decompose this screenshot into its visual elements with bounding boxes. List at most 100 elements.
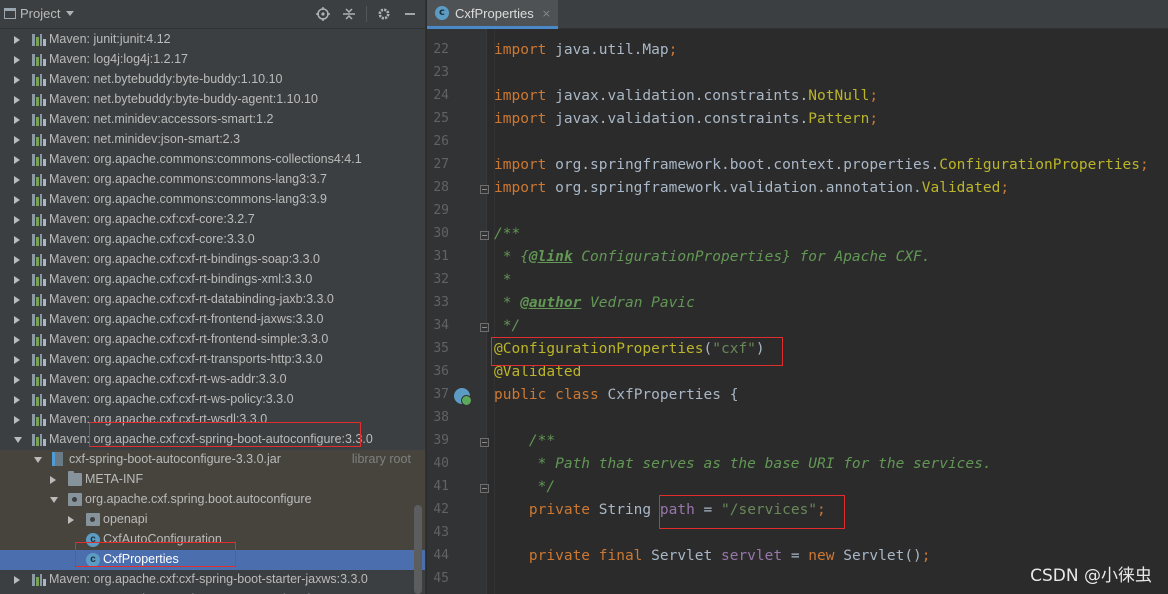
- tree-item[interactable]: Maven: org.apache.commons:commons-lang3:…: [0, 190, 425, 210]
- tree-item[interactable]: Maven: org.apache.commons:commons-lang3:…: [0, 170, 425, 190]
- chevron-right-icon[interactable]: [14, 236, 20, 244]
- chevron-down-icon[interactable]: [50, 497, 58, 503]
- chevron-right-icon[interactable]: [14, 576, 20, 584]
- fold-icon[interactable]: [480, 323, 489, 332]
- tree-item[interactable]: c CxfProperties: [0, 550, 425, 570]
- code-line: private final Servlet servlet = new Serv…: [494, 545, 931, 568]
- chevron-right-icon[interactable]: [50, 476, 56, 484]
- code-token: Vedran Pavic: [581, 295, 695, 311]
- line-number: 43: [433, 525, 449, 540]
- chevron-right-icon[interactable]: [14, 76, 20, 84]
- locate-icon[interactable]: [314, 5, 332, 23]
- collapse-all-icon[interactable]: [340, 5, 358, 23]
- tree-item[interactable]: Maven: log4j:log4j:1.2.17: [0, 50, 425, 70]
- tree-item[interactable]: Maven: org.apache.cxf:cxf-rt-frontend-si…: [0, 330, 425, 350]
- tree-item[interactable]: Maven: org.apache.cxf:cxf-rt-ws-addr:3.3…: [0, 370, 425, 390]
- chevron-right-icon[interactable]: [14, 276, 20, 284]
- library-icon: [32, 273, 46, 286]
- tree-item[interactable]: Maven: org.apache.cxf:cxf-rt-bindings-xm…: [0, 270, 425, 290]
- chevron-right-icon[interactable]: [14, 196, 20, 204]
- code-line: /**: [494, 223, 520, 246]
- line-number: 41: [433, 479, 449, 494]
- tree-item[interactable]: Maven: org.apache.cxf:cxf-rt-wsdl:3.3.0: [0, 410, 425, 430]
- code-area[interactable]: import java.util.Map; import javax.valida…: [494, 29, 1168, 594]
- line-number: 23: [433, 65, 449, 80]
- project-scrollbar[interactable]: [414, 505, 422, 594]
- chevron-right-icon[interactable]: [14, 416, 20, 424]
- minimize-icon[interactable]: [401, 5, 419, 23]
- package-icon: [68, 493, 82, 506]
- code-token: "cxf": [712, 341, 756, 357]
- chevron-down-icon[interactable]: [14, 437, 22, 443]
- tree-item[interactable]: c CxfAutoConfiguration: [0, 530, 425, 550]
- tree-item-label: CxfProperties: [103, 552, 179, 566]
- chevron-right-icon[interactable]: [14, 56, 20, 64]
- tree-item[interactable]: Maven: junit:junit:4.12: [0, 30, 425, 50]
- tree-item[interactable]: org.apache.cxf.spring.boot.autoconfigure: [0, 490, 425, 510]
- watermark: CSDN @小徕虫: [1030, 566, 1152, 586]
- tree-item[interactable]: Maven: org.apache.geronimo.specs:geronim…: [0, 590, 425, 594]
- tree-item-label: Maven: org.apache.cxf:cxf-rt-wsdl:3.3.0: [49, 412, 268, 426]
- library-icon: [32, 373, 46, 386]
- tree-item-label: Maven: org.apache.cxf:cxf-spring-boot-au…: [49, 432, 373, 446]
- chevron-right-icon[interactable]: [14, 96, 20, 104]
- code-line: *: [494, 269, 512, 292]
- tree-item[interactable]: Maven: org.apache.cxf:cxf-core:3.2.7: [0, 210, 425, 230]
- tree-item[interactable]: Maven: org.apache.cxf:cxf-rt-databinding…: [0, 290, 425, 310]
- chevron-right-icon[interactable]: [14, 396, 20, 404]
- chevron-right-icon[interactable]: [14, 336, 20, 344]
- chevron-right-icon[interactable]: [14, 356, 20, 364]
- tree-item-label: Maven: org.apache.cxf:cxf-rt-ws-addr:3.3…: [49, 372, 287, 386]
- chevron-right-icon[interactable]: [14, 176, 20, 184]
- tree-item[interactable]: Maven: org.apache.cxf:cxf-spring-boot-au…: [0, 430, 425, 450]
- fold-icon[interactable]: [480, 438, 489, 447]
- line-number: 34: [433, 318, 449, 333]
- project-view-selector[interactable]: Project: [4, 6, 75, 21]
- tree-item[interactable]: META-INF: [0, 470, 425, 490]
- tree-item[interactable]: openapi: [0, 510, 425, 530]
- chevron-right-icon[interactable]: [14, 376, 20, 384]
- code-token: ;: [1140, 157, 1149, 173]
- project-icon: [4, 8, 16, 19]
- line-number: 35: [433, 341, 449, 356]
- chevron-right-icon[interactable]: [14, 36, 20, 44]
- tree-item[interactable]: Maven: net.bytebuddy:byte-buddy:1.10.10: [0, 70, 425, 90]
- chevron-right-icon[interactable]: [14, 116, 20, 124]
- tree-item[interactable]: Maven: org.apache.cxf:cxf-rt-frontend-ja…: [0, 310, 425, 330]
- tree-item[interactable]: Maven: org.apache.cxf:cxf-rt-transports-…: [0, 350, 425, 370]
- code-token: new: [808, 548, 844, 564]
- tab-cxfproperties[interactable]: c CxfProperties ×: [427, 0, 558, 29]
- code-line: @Validated: [494, 361, 581, 384]
- tree-item[interactable]: Maven: net.minidev:json-smart:2.3: [0, 130, 425, 150]
- chevron-right-icon[interactable]: [14, 136, 20, 144]
- chevron-right-icon[interactable]: [14, 156, 20, 164]
- tree-item[interactable]: Maven: org.apache.cxf:cxf-spring-boot-st…: [0, 570, 425, 590]
- tree-item[interactable]: Maven: net.minidev:accessors-smart:1.2: [0, 110, 425, 130]
- gear-icon[interactable]: [375, 5, 393, 23]
- tree-item[interactable]: Maven: net.bytebuddy:byte-buddy-agent:1.…: [0, 90, 425, 110]
- fold-icon[interactable]: [480, 185, 489, 194]
- line-number: 42: [433, 502, 449, 517]
- code-token: ): [755, 341, 765, 357]
- chevron-down-icon[interactable]: [34, 457, 42, 463]
- close-icon[interactable]: ×: [542, 7, 551, 20]
- chevron-right-icon[interactable]: [14, 316, 20, 324]
- tree-item[interactable]: Maven: org.apache.cxf:cxf-rt-bindings-so…: [0, 250, 425, 270]
- code-token: import: [494, 42, 556, 58]
- chevron-right-icon[interactable]: [68, 516, 74, 524]
- code-token: ;: [921, 548, 931, 564]
- tree-item-label: Maven: junit:junit:4.12: [49, 32, 171, 46]
- fold-icon[interactable]: [480, 484, 489, 493]
- line-number: 25: [433, 111, 449, 126]
- folder-icon: [68, 471, 82, 486]
- chevron-right-icon[interactable]: [14, 216, 20, 224]
- fold-icon[interactable]: [480, 231, 489, 240]
- implementations-gutter-icon[interactable]: [454, 388, 472, 406]
- tree-item[interactable]: cxf-spring-boot-autoconfigure-3.3.0.jar l…: [0, 450, 425, 470]
- chevron-right-icon[interactable]: [14, 256, 20, 264]
- chevron-right-icon[interactable]: [14, 296, 20, 304]
- tree-item[interactable]: Maven: org.apache.cxf:cxf-core:3.3.0: [0, 230, 425, 250]
- tree-item[interactable]: Maven: org.apache.commons:commons-collec…: [0, 150, 425, 170]
- tree-item[interactable]: Maven: org.apache.cxf:cxf-rt-ws-policy:3…: [0, 390, 425, 410]
- project-tool-window: Project Maven: junit:junit:4.12 Maven: lo…: [0, 0, 425, 594]
